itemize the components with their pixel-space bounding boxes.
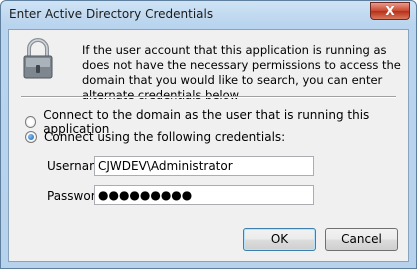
lock-icon — [23, 38, 53, 79]
radio-current-user[interactable] — [25, 116, 37, 128]
dialog-content: If the user account that this applicatio… — [8, 29, 409, 262]
info-text: If the user account that this applicatio… — [82, 43, 401, 102]
dialog-window: Enter Active Directory Credentials X If … — [0, 0, 417, 269]
username-field[interactable] — [94, 156, 314, 176]
option-label: Connect using the following credentials: — [44, 130, 286, 144]
close-icon: X — [385, 4, 395, 18]
separator — [21, 96, 396, 98]
close-button[interactable]: X — [370, 2, 410, 20]
title-bar[interactable]: Enter Active Directory Credentials X — [1, 1, 416, 29]
option-connect-with-credentials[interactable]: Connect using the following credentials: — [25, 130, 285, 144]
radio-credentials[interactable] — [25, 131, 37, 143]
ok-button[interactable]: OK — [243, 228, 316, 251]
window-title: Enter Active Directory Credentials — [9, 7, 214, 21]
cancel-button[interactable]: Cancel — [325, 228, 398, 251]
password-field[interactable] — [94, 185, 314, 205]
